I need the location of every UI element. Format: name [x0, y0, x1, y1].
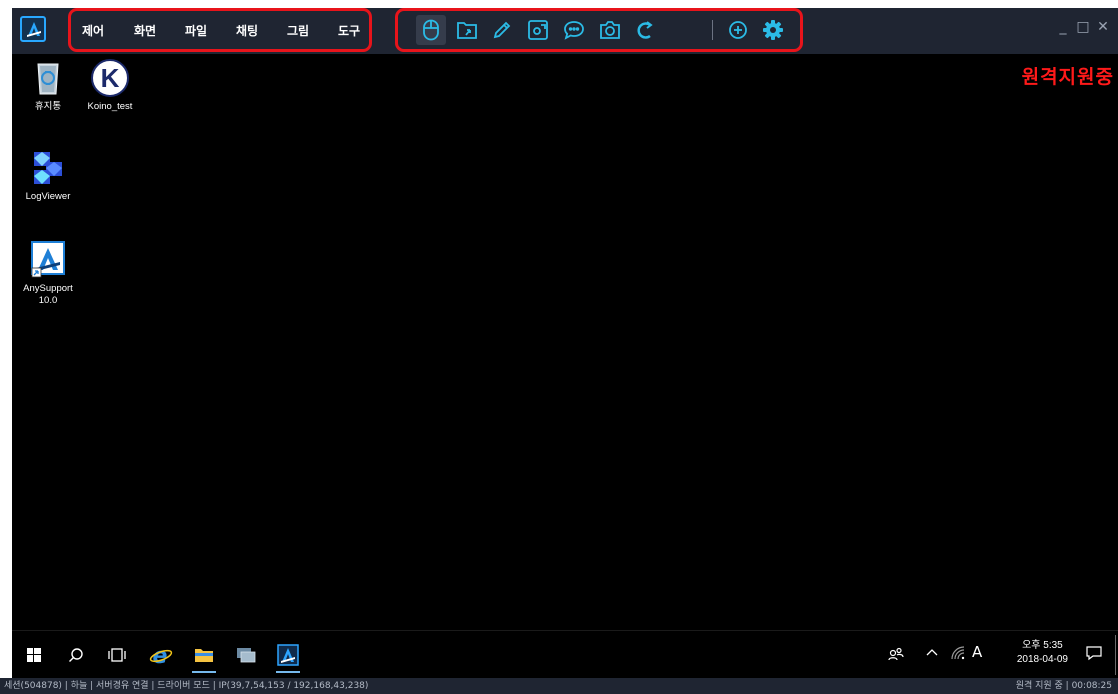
menu-tools[interactable]: 도구 — [338, 22, 389, 39]
clock-time: 오후 5:35 — [1022, 640, 1063, 651]
show-hidden-icons-button[interactable] — [926, 647, 938, 657]
remote-desktop[interactable]: 원격지원중 휴지통 K Koino_test LogViewer AnySupp… — [12, 54, 1118, 630]
network-button[interactable] — [950, 645, 966, 661]
action-center-button[interactable] — [1086, 645, 1102, 661]
session-info: 세션(504878) | 하늘 | 서버경유 연결 | 드라이버 모드 | IP… — [4, 681, 369, 691]
file-explorer-icon — [195, 649, 213, 662]
status-bar: 세션(504878) | 하늘 | 서버경유 연결 | 드라이버 모드 | IP… — [0, 678, 1118, 694]
toolbar-separator — [712, 20, 713, 40]
chat-button[interactable] — [559, 15, 589, 45]
draw-pen-button[interactable] — [487, 15, 517, 45]
desktop-icon-label: LogViewer — [25, 191, 71, 202]
settings-button[interactable] — [758, 15, 788, 45]
close-icon: ✕ — [1097, 19, 1109, 35]
anysupport-logo-icon[interactable] — [20, 16, 46, 42]
minimize-icon: _ — [1059, 19, 1067, 35]
chevron-up-icon — [926, 649, 938, 656]
window-controls: _ □ ✕ — [1056, 18, 1110, 36]
internet-explorer-icon: e — [149, 644, 173, 666]
taskbar-remote-app[interactable] — [232, 641, 260, 669]
mouse-icon — [423, 19, 439, 41]
menu-screen[interactable]: 화면 — [134, 22, 185, 39]
taskbar-internet-explorer[interactable]: e — [147, 641, 175, 669]
ime-indicator[interactable]: A — [972, 643, 982, 661]
wifi-icon — [951, 646, 965, 660]
chat-bubble-icon — [564, 21, 584, 40]
svg-text:K: K — [101, 63, 120, 93]
maximize-button[interactable]: □ — [1076, 18, 1090, 36]
close-button[interactable]: ✕ — [1096, 18, 1110, 36]
refresh-icon — [637, 21, 653, 39]
title-bar: 제어 화면 파일 채팅 그림 도구 _ □ ✕ — [12, 8, 1118, 54]
active-app-indicator — [192, 671, 216, 673]
desktop-icon-label: Koino_test — [87, 101, 133, 112]
remote-taskbar: e A 오후 5:35 2018-04-09 — [12, 630, 1118, 678]
file-transfer-button[interactable] — [452, 15, 482, 45]
maximize-icon: □ — [1076, 19, 1090, 35]
koino-k-icon: K — [90, 58, 130, 98]
show-desktop-divider — [1115, 635, 1116, 675]
add-circle-icon — [729, 21, 747, 39]
system-tray: A 오후 5:35 2018-04-09 — [888, 631, 1118, 679]
main-menu: 제어 화면 파일 채팅 그림 도구 — [82, 8, 389, 52]
desktop-icon-recycle-bin[interactable]: 휴지통 — [16, 58, 80, 113]
remote-desktop-app-icon — [237, 648, 256, 663]
people-button[interactable] — [888, 647, 904, 661]
desktop-icon-label: AnySupport 10.0 — [23, 283, 73, 306]
desktop-icon-label: 휴지통 — [34, 101, 62, 112]
taskbar-file-explorer[interactable] — [190, 641, 218, 673]
notification-icon — [1086, 646, 1102, 661]
screen-record-icon — [528, 20, 548, 40]
active-app-indicator — [276, 671, 300, 673]
mouse-control-button[interactable] — [416, 15, 446, 45]
search-button[interactable] — [62, 641, 90, 669]
desktop-icon-anysupport[interactable]: AnySupport 10.0 — [16, 240, 80, 307]
menu-chat[interactable]: 채팅 — [236, 22, 287, 39]
logviewer-icon — [28, 148, 68, 188]
recycle-bin-icon — [28, 58, 68, 98]
start-button[interactable] — [20, 641, 48, 669]
screen-record-button[interactable] — [523, 15, 553, 45]
add-feature-button[interactable] — [723, 15, 753, 45]
task-view-button[interactable] — [103, 641, 131, 669]
minimize-button[interactable]: _ — [1056, 18, 1070, 36]
support-timer: 원격 지원 중 | 00:08:25 — [1015, 681, 1112, 691]
clock-date: 2018-04-09 — [1016, 654, 1068, 665]
file-transfer-icon — [457, 22, 477, 39]
settings-gear-icon — [763, 20, 783, 40]
search-icon — [69, 648, 83, 662]
people-icon — [888, 647, 904, 661]
taskbar-anysupport[interactable] — [274, 641, 302, 673]
anysupport-taskbar-icon — [277, 644, 299, 666]
remote-support-status: 원격지원중 — [1021, 66, 1114, 88]
pen-icon — [493, 21, 511, 39]
anysupport-icon — [28, 240, 68, 280]
refresh-button[interactable] — [630, 15, 660, 45]
remote-support-window: 제어 화면 파일 채팅 그림 도구 _ □ ✕ 원격지원중 휴지통 K Koin… — [0, 0, 1118, 694]
menu-control[interactable]: 제어 — [82, 22, 134, 39]
camera-icon — [600, 21, 620, 39]
desktop-icon-logviewer[interactable]: LogViewer — [16, 148, 80, 203]
taskbar-clock[interactable]: 오후 5:35 2018-04-09 — [1017, 639, 1068, 667]
task-view-icon — [108, 648, 126, 662]
screenshot-button[interactable] — [595, 15, 625, 45]
menu-file[interactable]: 파일 — [185, 22, 236, 39]
windows-start-icon — [27, 648, 41, 662]
menu-draw[interactable]: 그림 — [287, 22, 338, 39]
desktop-icon-koino-test[interactable]: K Koino_test — [78, 58, 142, 113]
